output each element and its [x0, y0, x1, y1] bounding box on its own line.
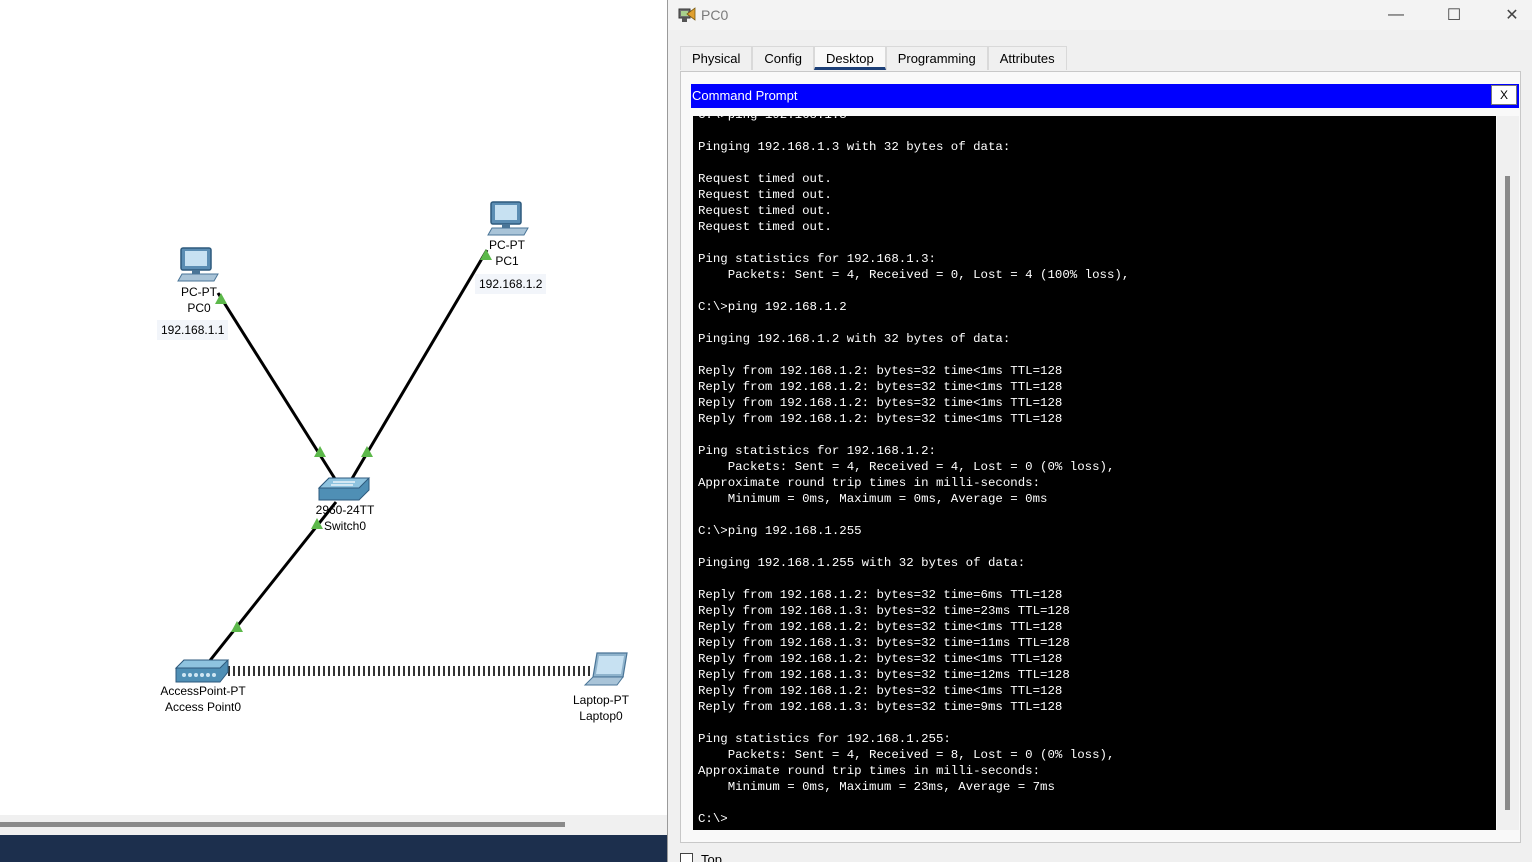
pc-icon[interactable]: [487, 201, 529, 236]
pc0-ip-label: 192.168.1.1: [157, 320, 229, 340]
maximize-button[interactable]: ☐: [1431, 0, 1477, 30]
ap0-label: AccessPoint-PT Access Point0: [148, 683, 258, 715]
command-prompt-close-button[interactable]: X: [1491, 85, 1517, 105]
packet-tracer-icon: [678, 7, 696, 22]
terminal-text[interactable]: C:\>ping 192.168.1.3 Pinging 192.168.1.3…: [698, 116, 1129, 827]
window-titlebar[interactable]: PC0 — ☐ ✕: [668, 0, 1532, 30]
close-button[interactable]: ✕: [1489, 0, 1532, 30]
pc0-label: PC-PT PC0: [172, 284, 226, 316]
device-type-label: AccessPoint-PT: [160, 684, 246, 698]
access-point-icon[interactable]: [174, 659, 230, 683]
scrollbar-thumb[interactable]: [1505, 176, 1510, 810]
device-tab-bar: Physical Config Desktop Programming Attr…: [680, 46, 1067, 70]
minimize-button[interactable]: —: [1373, 0, 1419, 30]
terminal-output[interactable]: C:\>ping 192.168.1.3 Pinging 192.168.1.3…: [693, 116, 1496, 830]
pc0-device-window[interactable]: PC0 — ☐ ✕ Physical Config Desktop Progra…: [667, 0, 1532, 862]
device-name-label: Switch0: [323, 519, 367, 533]
top-option: Top: [680, 852, 722, 862]
device-name-label: PC0: [187, 301, 211, 315]
close-icon: ✕: [1505, 7, 1519, 24]
maximize-icon: ☐: [1446, 7, 1462, 24]
topology-workspace[interactable]: PC-PT PC0 192.168.1.1 PC-PT PC1 192.168.…: [0, 0, 667, 862]
window-title: PC0: [701, 7, 729, 23]
switch0-label: 2960-24TT Switch0: [305, 502, 385, 534]
device-name-label: PC1: [495, 254, 519, 268]
top-checkbox-label: Top: [701, 851, 722, 862]
pc1-label: PC-PT PC1: [480, 237, 534, 269]
tab-config[interactable]: Config: [752, 46, 814, 70]
command-prompt-header: Command Prompt X: [691, 84, 1519, 108]
scrollbar-thumb[interactable]: [0, 822, 565, 827]
cable-pc1-switch0[interactable]: [348, 249, 489, 483]
command-prompt-title: Command Prompt: [692, 88, 798, 103]
tab-desktop[interactable]: Desktop: [814, 46, 886, 70]
switch-icon[interactable]: [317, 477, 371, 501]
laptop-icon[interactable]: [583, 652, 628, 686]
device-type-label: 2960-24TT: [315, 503, 375, 517]
pc-icon[interactable]: [177, 247, 219, 282]
taskbar: [0, 835, 667, 862]
horizontal-scrollbar[interactable]: [0, 815, 667, 835]
laptop0-label: Laptop-PT Laptop0: [563, 692, 639, 724]
pc1-ip-label: 192.168.1.2: [475, 274, 547, 294]
tab-programming[interactable]: Programming: [885, 46, 988, 70]
top-checkbox[interactable]: [680, 852, 693, 862]
device-type-label: Laptop-PT: [572, 693, 630, 707]
device-name-label: Access Point0: [164, 700, 242, 714]
device-name-label: Laptop0: [579, 709, 623, 723]
minimize-icon: —: [1388, 6, 1404, 23]
terminal-vertical-scrollbar[interactable]: [1497, 116, 1519, 830]
device-type-label: PC-PT: [489, 238, 525, 252]
tab-attributes[interactable]: Attributes: [987, 46, 1067, 70]
device-type-label: PC-PT: [181, 285, 217, 299]
tab-physical[interactable]: Physical: [680, 46, 753, 70]
